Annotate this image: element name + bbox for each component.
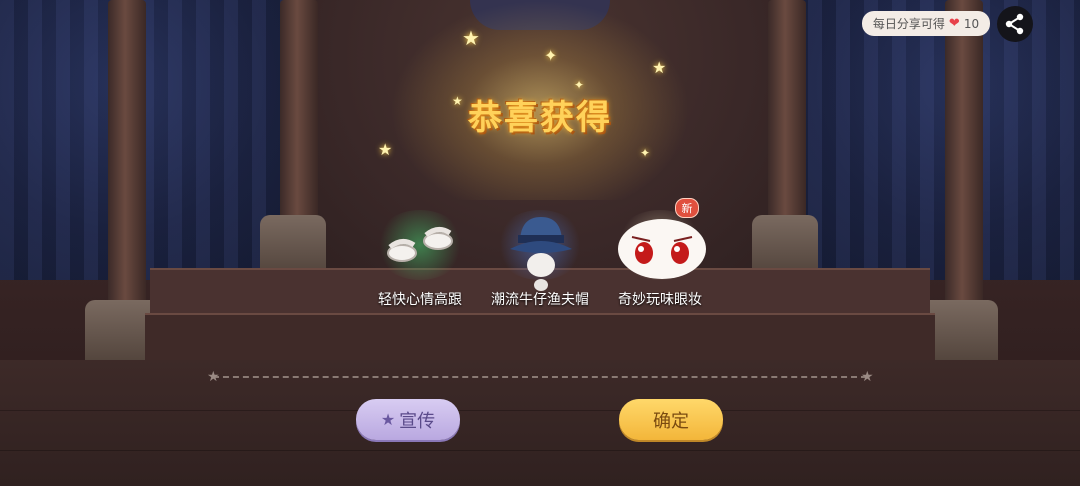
stage-step-bottom [145, 313, 935, 362]
promote-button[interactable]: ★ 宣传 [356, 399, 460, 440]
sparkle-icon: ★ [652, 58, 667, 77]
sparkle-icon: ★ [378, 140, 393, 159]
floor-line [0, 450, 1080, 451]
reward-item[interactable]: 轻快心情高跟 [350, 205, 490, 315]
floor-line [0, 410, 1080, 411]
heart-icon: ❤ [948, 16, 960, 31]
curtain-left [0, 0, 300, 280]
share-reward-count: 10 [963, 16, 980, 31]
promote-button-label: 宣传 [399, 410, 436, 432]
share-reward-text: 每日分享可得 [872, 17, 945, 31]
reward-item[interactable]: 奇妙玩味眼妆 [590, 205, 730, 315]
divider-star-icon: ★ [861, 369, 874, 385]
eye-makeup-icon [618, 219, 706, 279]
confirm-button[interactable]: 确定 [619, 399, 723, 440]
curtain-right [780, 0, 1080, 280]
reward-item-name: 奇妙玩味眼妆 [618, 292, 702, 308]
reward-item-name: 轻快心情高跟 [378, 292, 462, 308]
sparkle-icon: ★ [452, 94, 463, 108]
star-icon: ★ [380, 410, 396, 429]
sparkle-icon: ✦ [574, 78, 585, 92]
share-button[interactable] [997, 6, 1033, 42]
reward-item[interactable]: 潮流牛仔渔夫帽 [470, 205, 610, 315]
share-icon [1005, 13, 1024, 35]
divider-line [213, 376, 867, 380]
new-badge: 新 [675, 198, 699, 218]
bucket-hat-icon [510, 217, 572, 291]
heels-icon [387, 227, 453, 262]
reward-item-name: 潮流牛仔渔夫帽 [491, 292, 589, 308]
share-reward-pill: 每日分享可得 ❤ 10 [862, 11, 990, 36]
sparkle-icon: ✦ [544, 46, 558, 65]
sparkle-icon: ★ [462, 26, 480, 50]
reward-title: 恭喜获得 [468, 98, 612, 138]
confirm-button-label: 确定 [653, 410, 689, 432]
sparkle-icon: ✦ [640, 146, 651, 160]
divider-star-icon: ★ [207, 369, 220, 385]
